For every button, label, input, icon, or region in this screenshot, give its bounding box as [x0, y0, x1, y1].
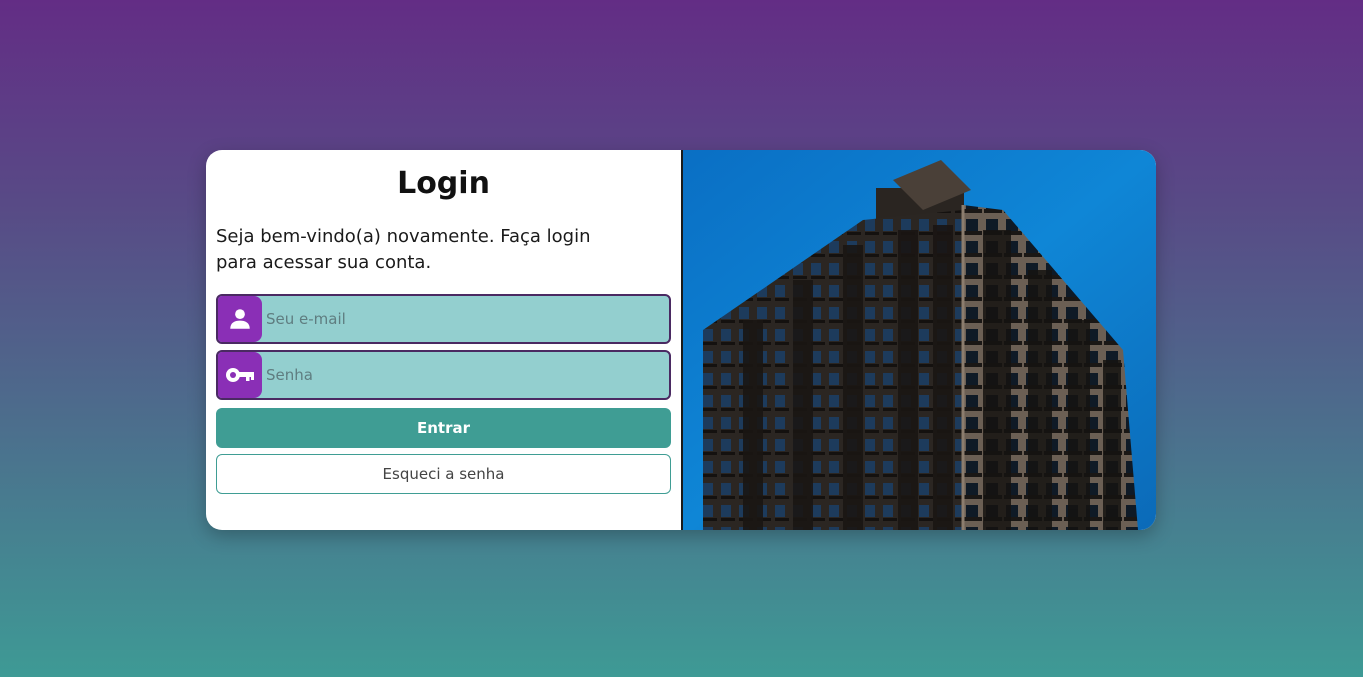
password-field-wrapper	[216, 350, 672, 400]
user-icon	[218, 296, 262, 342]
login-button[interactable]: Entrar	[216, 408, 672, 448]
login-form: Entrar Esqueci a senha	[216, 294, 672, 494]
email-field-wrapper	[216, 294, 672, 344]
login-card: Login Seja bem-vindo(a) novamente. Faça …	[206, 150, 1156, 530]
key-icon	[218, 352, 262, 398]
email-input[interactable]	[262, 296, 670, 342]
building-photo	[681, 150, 1156, 530]
forgot-password-button[interactable]: Esqueci a senha	[216, 454, 672, 494]
welcome-text: Seja bem-vindo(a) novamente. Faça login …	[216, 226, 591, 273]
building-image	[683, 150, 1156, 530]
password-input[interactable]	[262, 352, 670, 398]
login-panel: Login Seja bem-vindo(a) novamente. Faça …	[206, 150, 681, 530]
page-title: Login	[397, 166, 490, 201]
